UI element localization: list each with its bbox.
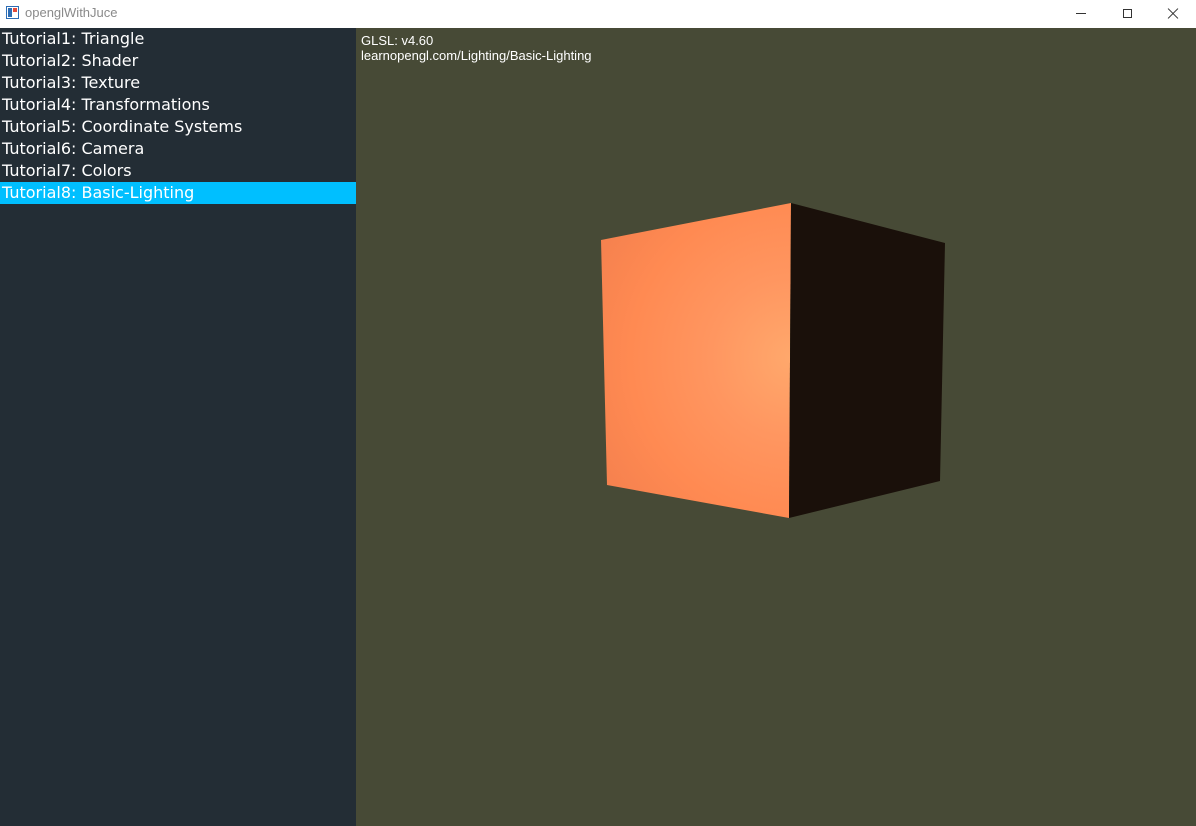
sidebar-item-coordinate-systems[interactable]: Tutorial5: Coordinate Systems (0, 116, 356, 138)
minimize-icon (1076, 13, 1086, 14)
maximize-button[interactable] (1104, 0, 1150, 27)
sidebar-item-texture[interactable]: Tutorial3: Texture (0, 72, 356, 94)
close-icon (1167, 8, 1179, 20)
opengl-viewport[interactable]: GLSL: v4.60 learnopengl.com/Lighting/Bas… (356, 28, 1196, 826)
sidebar-item-triangle[interactable]: Tutorial1: Triangle (0, 28, 356, 50)
cube-side-face (789, 203, 945, 518)
window-title: openglWithJuce (25, 5, 118, 20)
cube-front-face (601, 203, 791, 518)
lit-cube (601, 203, 945, 518)
maximize-icon (1122, 9, 1132, 18)
tutorial-list[interactable]: Tutorial1: Triangle Tutorial2: Shader Tu… (0, 28, 356, 826)
sidebar-item-transformations[interactable]: Tutorial4: Transformations (0, 94, 356, 116)
close-button[interactable] (1150, 0, 1196, 27)
sidebar-item-colors[interactable]: Tutorial7: Colors (0, 160, 356, 182)
app-icon (6, 6, 19, 19)
minimize-button[interactable] (1058, 0, 1104, 27)
title-bar[interactable]: openglWithJuce (0, 0, 1196, 27)
sidebar-item-shader[interactable]: Tutorial2: Shader (0, 50, 356, 72)
sidebar-item-camera[interactable]: Tutorial6: Camera (0, 138, 356, 160)
sidebar-item-basic-lighting[interactable]: Tutorial8: Basic-Lighting (0, 182, 356, 204)
